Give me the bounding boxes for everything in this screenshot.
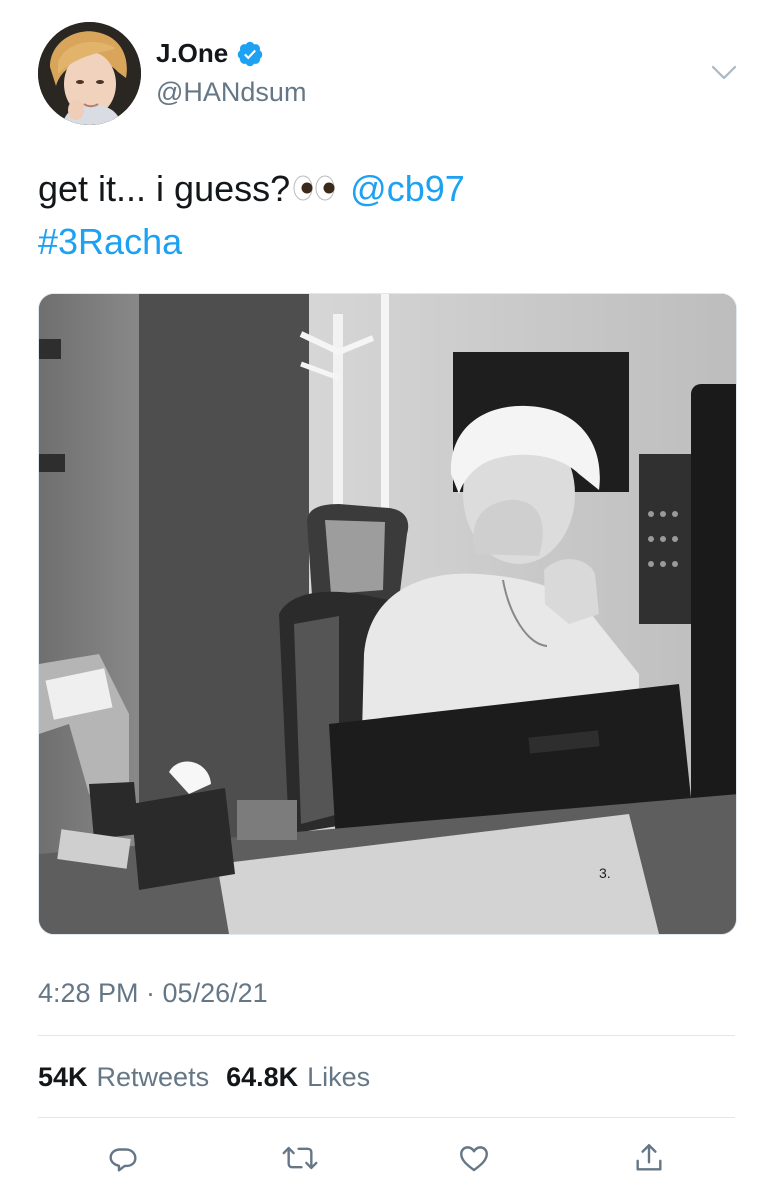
avatar[interactable] — [38, 22, 141, 125]
retweets-label[interactable]: Retweets — [97, 1062, 210, 1093]
retweets-count[interactable]: 54K — [38, 1062, 88, 1093]
eyes-emoji-icon — [293, 175, 335, 201]
hashtag-link[interactable]: #3Racha — [38, 221, 182, 262]
divider — [38, 1117, 735, 1118]
divider — [38, 1035, 735, 1036]
share-icon — [636, 1144, 662, 1171]
photo-corner-mark: 3. — [599, 865, 611, 881]
reply-button[interactable] — [101, 1136, 145, 1180]
tweet-timestamp[interactable]: 4:28 PM · 05/26/21 — [38, 978, 268, 1009]
like-icon — [460, 1146, 488, 1172]
tweet-text-prefix: get it... i guess? — [38, 168, 291, 209]
mention-link[interactable]: @cb97 — [350, 168, 465, 209]
like-button[interactable] — [452, 1136, 496, 1180]
share-button[interactable] — [627, 1136, 671, 1180]
retweet-button[interactable] — [278, 1136, 322, 1180]
action-bar — [0, 1136, 773, 1180]
likes-label[interactable]: Likes — [307, 1062, 370, 1093]
reply-icon — [109, 1148, 137, 1172]
tweet-stats: 54K Retweets 64.8K Likes — [38, 1062, 378, 1093]
tweet-text: get it... i guess? @cb97 #3Racha — [38, 162, 738, 268]
retweet-icon — [282, 1146, 318, 1170]
verified-badge-icon — [237, 41, 263, 66]
user-handle[interactable]: @HANdsum — [156, 77, 306, 108]
likes-count[interactable]: 64.8K — [226, 1062, 298, 1093]
display-name[interactable]: J.One — [156, 38, 228, 69]
chevron-down-icon[interactable] — [710, 60, 738, 84]
tweet-photo[interactable]: 3. — [38, 293, 737, 935]
